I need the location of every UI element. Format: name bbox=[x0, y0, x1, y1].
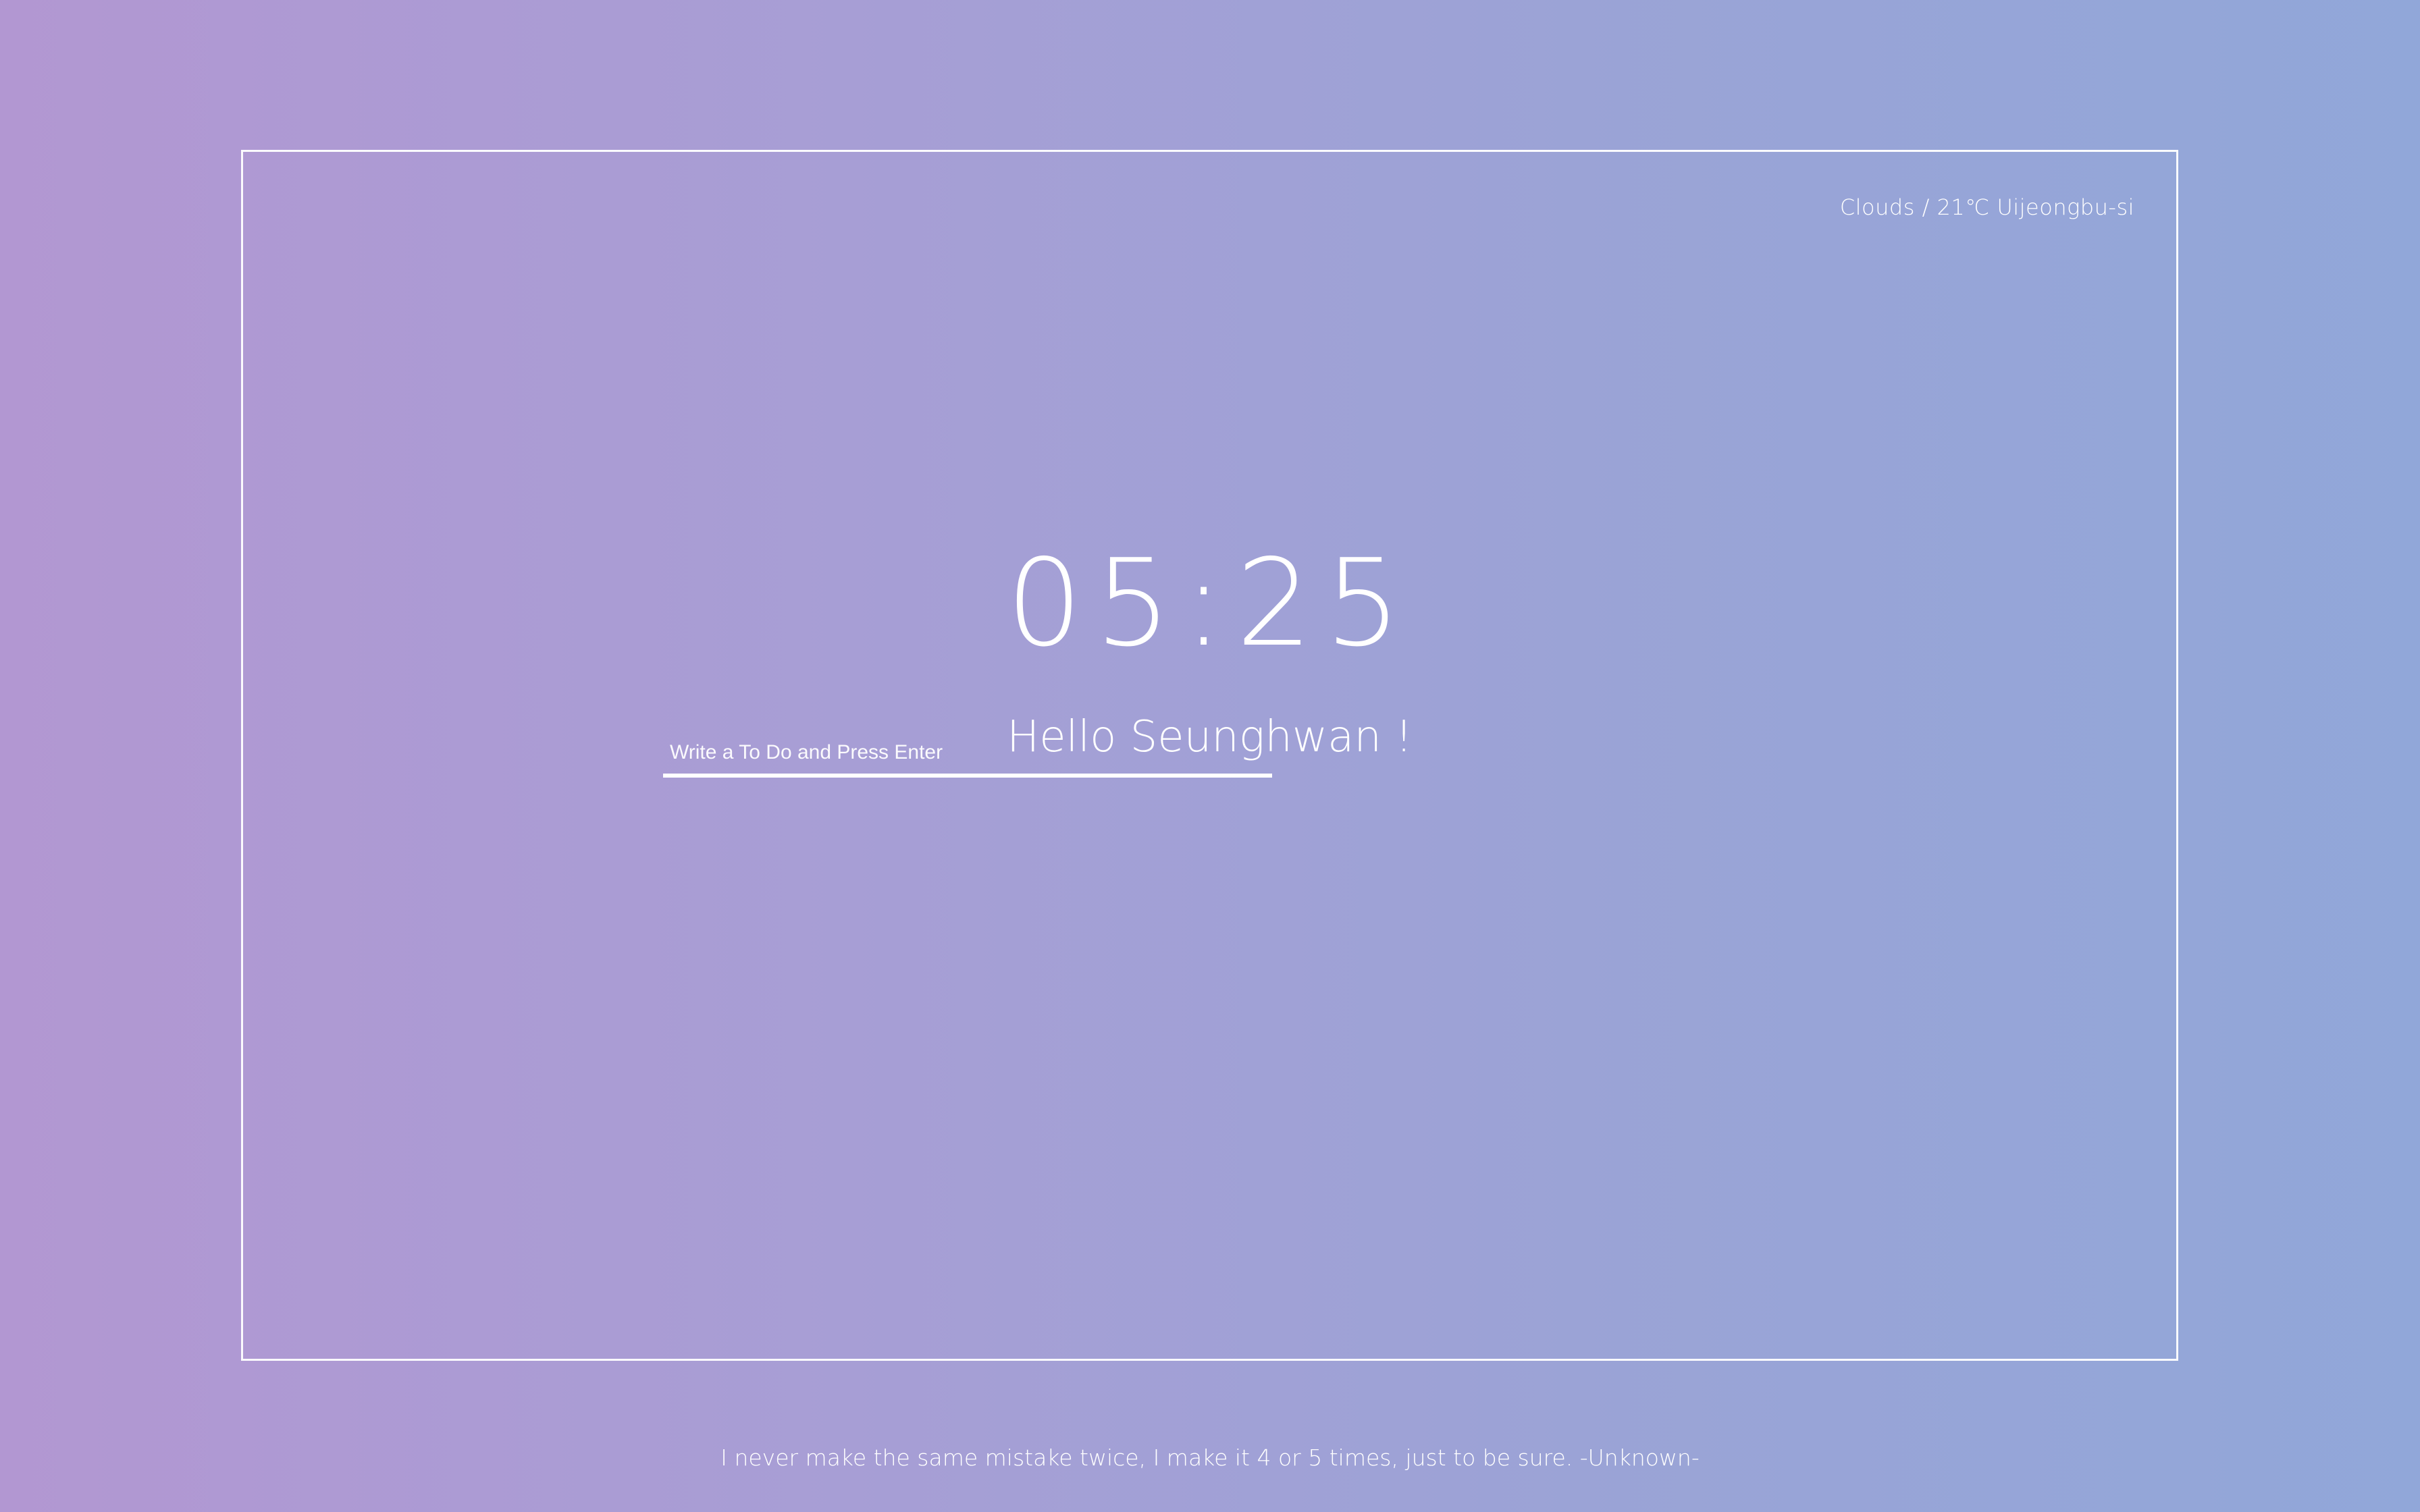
todo-form bbox=[663, 722, 1272, 778]
weather-info: Clouds / 21℃ Uijeongbu-si bbox=[1839, 194, 2134, 220]
clock-display: 05:25 bbox=[1006, 533, 1413, 673]
todo-input[interactable] bbox=[663, 722, 1272, 778]
quote-text: I never make the same mistake twice, I m… bbox=[720, 1444, 1700, 1471]
momentum-page: { "weather": { "text": "Clouds / 21℃ Uij… bbox=[0, 0, 2420, 1512]
